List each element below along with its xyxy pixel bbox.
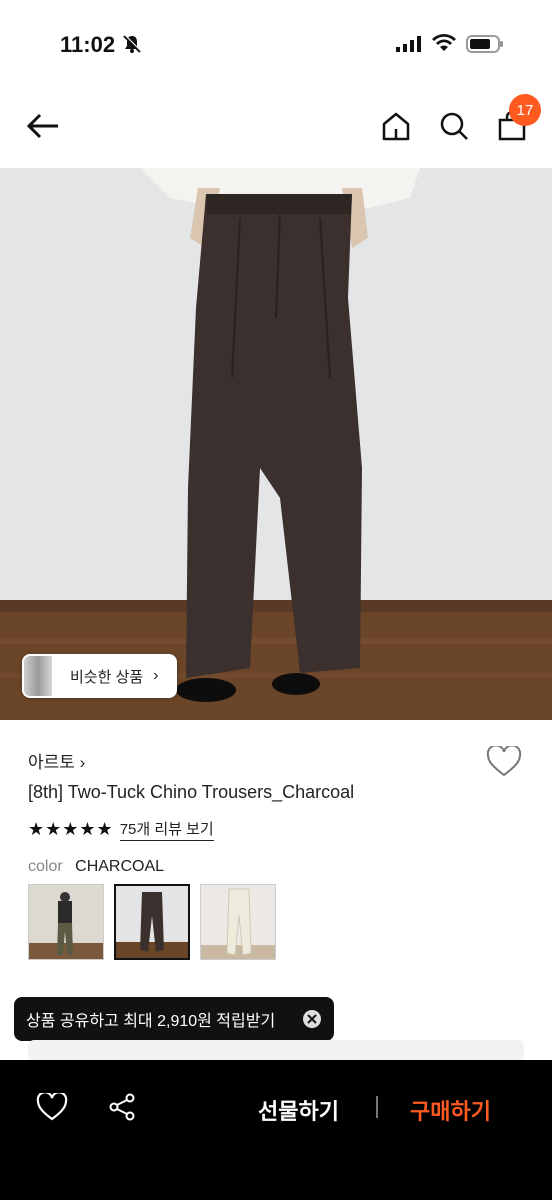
buy-button[interactable]: 구매하기 bbox=[410, 1094, 491, 1126]
review-link[interactable]: 75개 리뷰 보기 bbox=[119, 818, 214, 841]
status-bar: 11:02 bbox=[0, 0, 552, 90]
product-image[interactable] bbox=[0, 168, 552, 720]
swatch-olive[interactable] bbox=[28, 884, 104, 960]
color-row: color CHARCOAL bbox=[28, 858, 164, 876]
similar-products-label: 비슷한 상품 bbox=[70, 668, 144, 686]
cart-count-badge: 17 bbox=[509, 94, 541, 126]
heart-icon[interactable] bbox=[36, 1091, 68, 1126]
brand-name: 아르토 bbox=[28, 753, 75, 772]
status-time: 11:02 bbox=[60, 32, 116, 57]
similar-products-button[interactable]: 비슷한 상품 › bbox=[22, 654, 177, 698]
content-peek bbox=[28, 1040, 524, 1062]
share-reward-toast[interactable]: 상품 공유하고 최대 2,910원 적립받기 bbox=[14, 997, 334, 1041]
toast-message: 상품 공유하고 최대 2,910원 적립받기 bbox=[26, 1013, 276, 1030]
rating-row: ★★★★★ 75개 리뷰 보기 bbox=[28, 818, 214, 841]
search-icon[interactable] bbox=[438, 110, 470, 147]
brand-link[interactable]: 아르토 › bbox=[28, 748, 85, 773]
gift-button[interactable]: 선물하기 bbox=[258, 1094, 339, 1126]
chevron-right-icon: › bbox=[153, 667, 159, 684]
bottom-action-bar: 선물하기 구매하기 bbox=[0, 1060, 552, 1200]
divider bbox=[376, 1096, 378, 1118]
color-label: color bbox=[28, 858, 63, 875]
back-arrow-icon[interactable] bbox=[26, 110, 60, 147]
top-navigation bbox=[0, 92, 552, 162]
product-title: [8th] Two-Tuck Chino Trousers_Charcoal bbox=[28, 782, 355, 802]
color-value: CHARCOAL bbox=[75, 858, 165, 875]
home-icon[interactable] bbox=[380, 110, 412, 147]
bell-muted-icon bbox=[122, 34, 142, 59]
color-swatches bbox=[28, 884, 276, 960]
swatch-charcoal[interactable] bbox=[114, 884, 190, 960]
battery-icon bbox=[466, 35, 504, 58]
similar-thumbnail bbox=[24, 656, 52, 696]
wifi-icon bbox=[432, 34, 456, 57]
share-icon[interactable] bbox=[108, 1093, 138, 1126]
cellular-signal-icon bbox=[396, 36, 422, 57]
star-rating-icon: ★★★★★ bbox=[28, 819, 114, 839]
swatch-ivory[interactable] bbox=[200, 884, 276, 960]
chevron-right-icon: › bbox=[79, 753, 86, 772]
close-icon[interactable] bbox=[302, 1009, 322, 1034]
wishlist-heart-icon[interactable] bbox=[486, 744, 522, 783]
